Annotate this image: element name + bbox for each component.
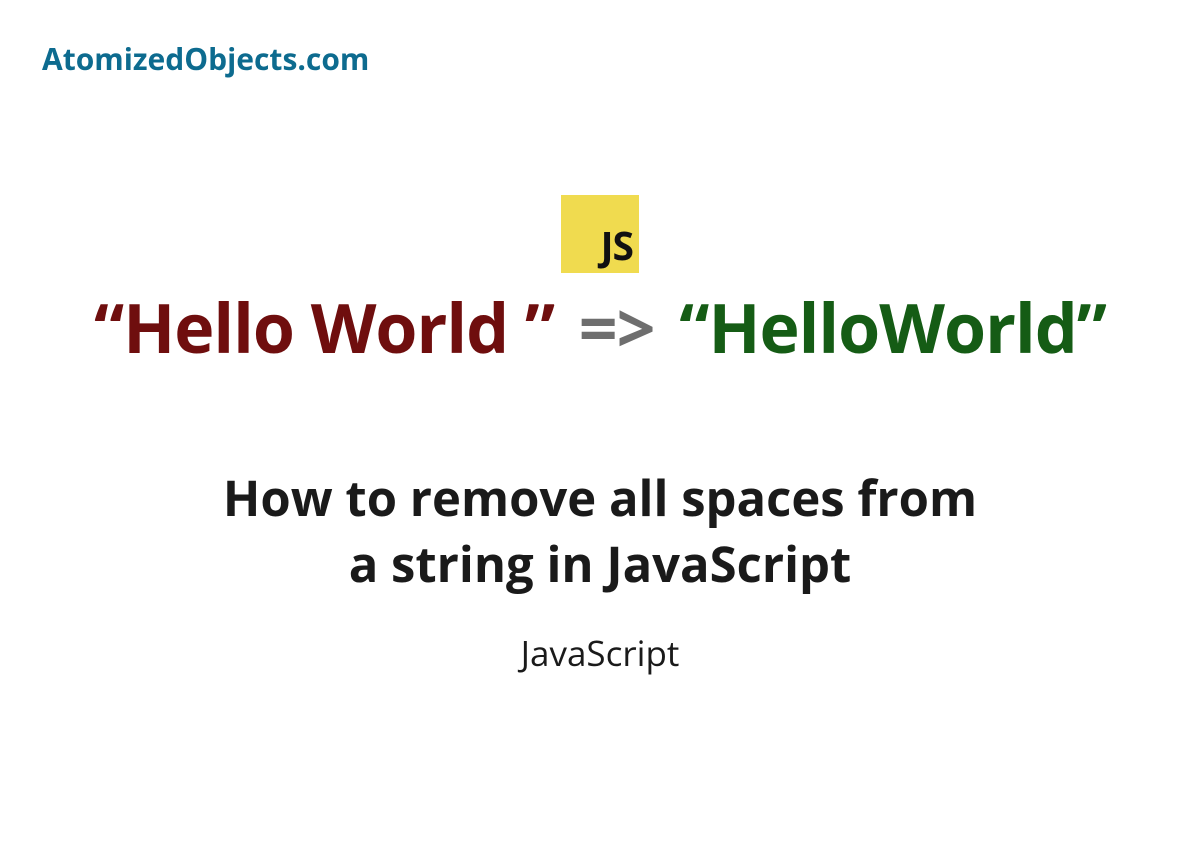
title-line-2: a string in JavaScript <box>349 531 852 597</box>
js-logo-label: JS <box>601 219 633 272</box>
code-before: “Hello World ” <box>94 280 554 373</box>
code-after: “HelloWorld” <box>679 280 1106 373</box>
page-title: How to remove all spaces from a string i… <box>0 465 1200 597</box>
code-transformation: “Hello World ” => “HelloWorld” <box>0 280 1200 373</box>
arrow-icon: => <box>579 280 655 373</box>
title-line-1: How to remove all spaces from <box>223 465 977 531</box>
js-logo-icon: JS <box>561 195 639 273</box>
category-label: JavaScript <box>0 630 1200 677</box>
site-name: AtomizedObjects.com <box>42 38 369 79</box>
